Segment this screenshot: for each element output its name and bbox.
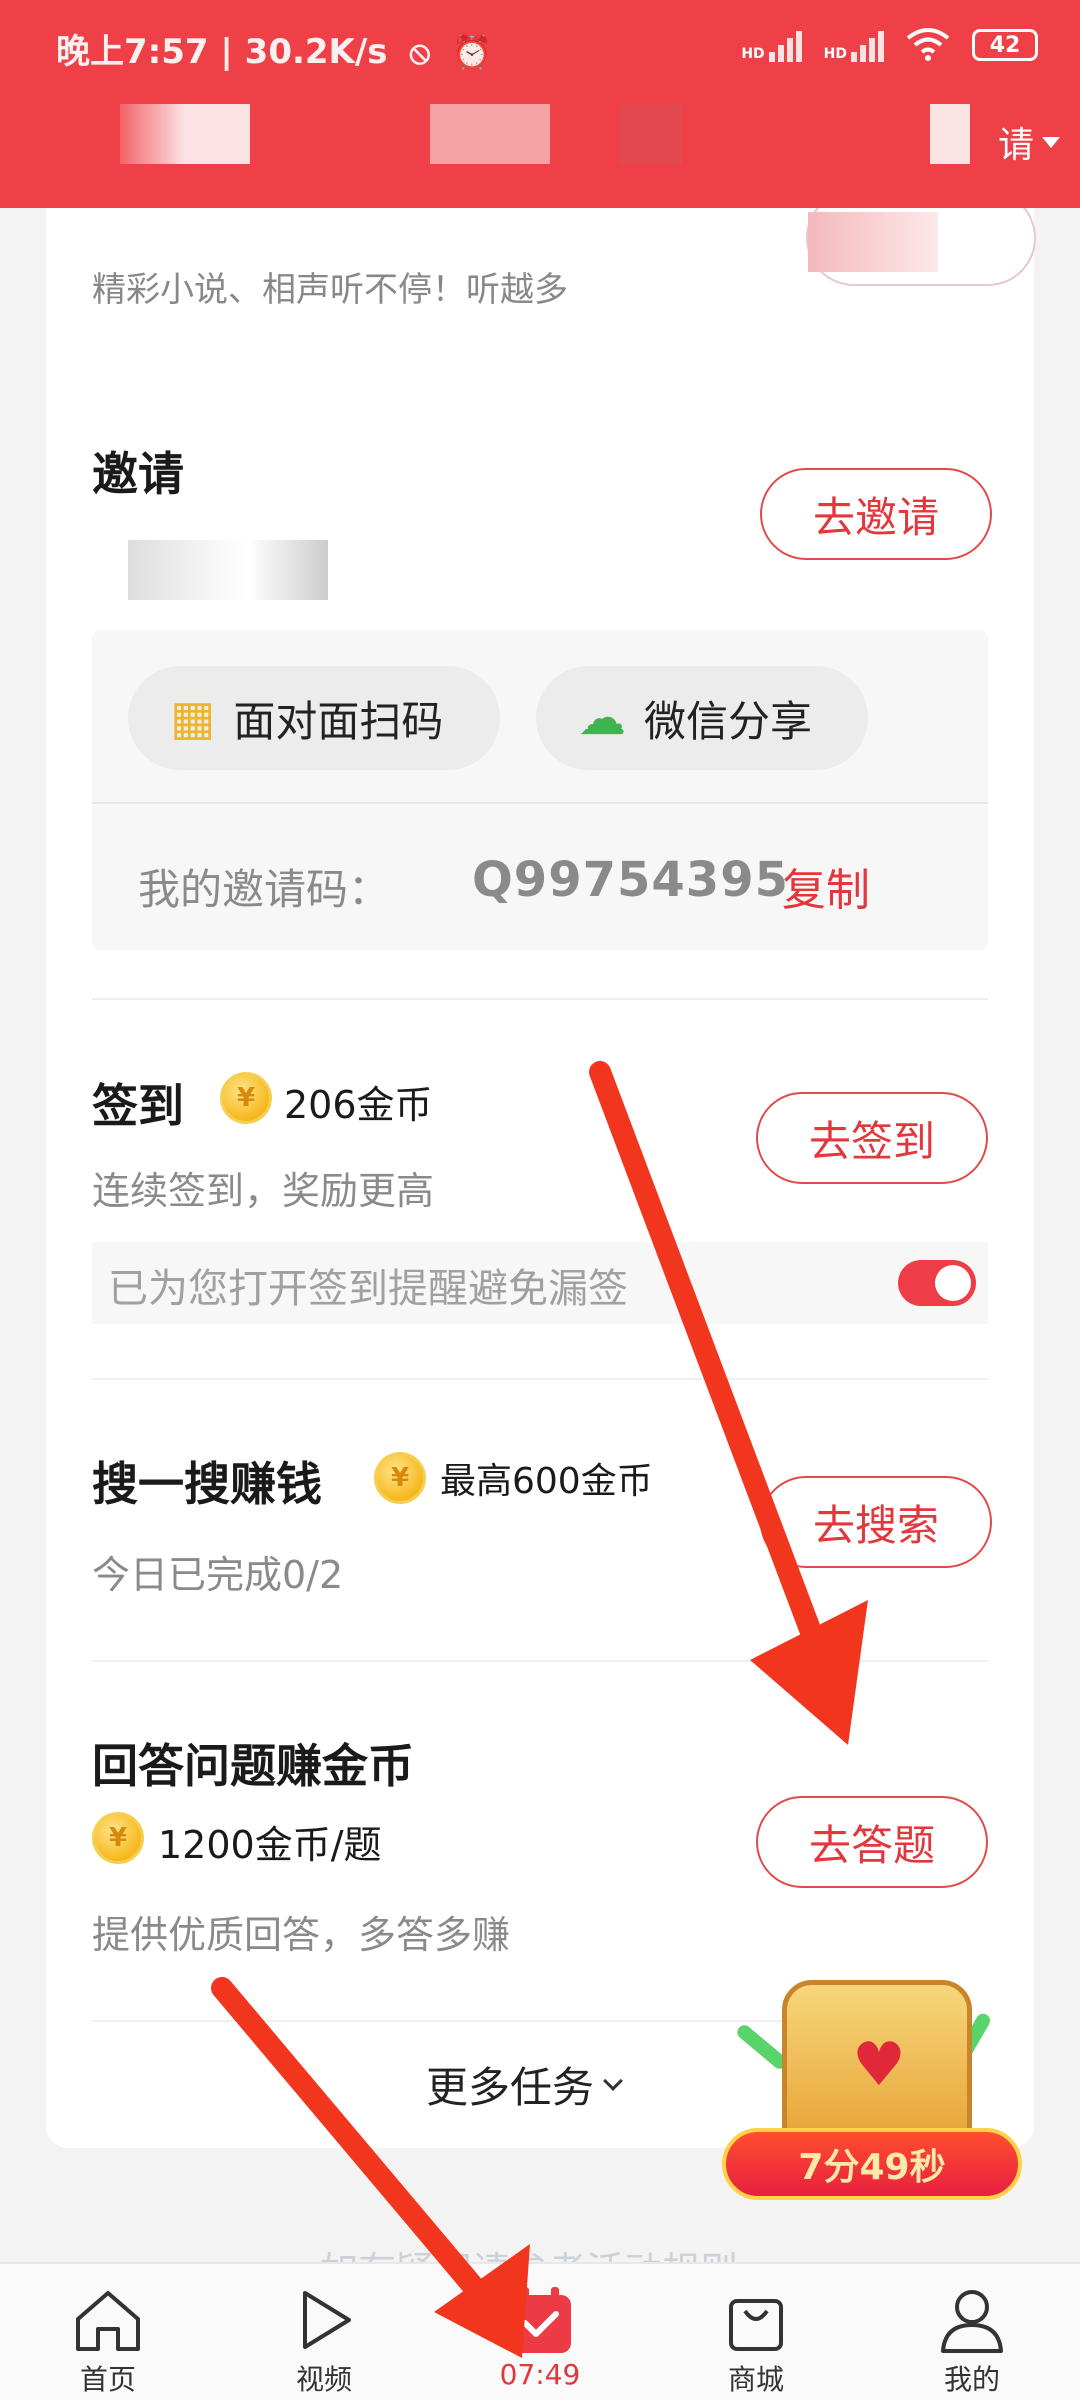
wifi-icon <box>906 28 950 61</box>
nav-item-me[interactable]: 我的 <box>864 2264 1080 2400</box>
answer-task-subtitle: 提供优质回答，多答多赚 <box>92 1913 511 1957</box>
search-task-button[interactable]: 去搜索 <box>760 1476 992 1568</box>
search-task-title: 搜一搜赚钱 <box>92 1457 322 1511</box>
status-bar-right: HD HD 42 <box>741 28 1038 62</box>
status-time-speed: 晚上7:57 | 30.2K/s <box>56 32 388 72</box>
user-icon <box>936 2286 1008 2354</box>
home-icon <box>72 2286 144 2354</box>
nav-label-home: 首页 <box>79 2363 136 2396</box>
nav-item-tasks[interactable]: 07:49 <box>432 2264 648 2400</box>
search-task-reward: 最高600金币 <box>440 1461 653 1502</box>
nav-label-video: 视频 <box>295 2363 352 2396</box>
status-bar-left: 晚上7:57 | 30.2K/s ⦸ ⏰ <box>56 24 492 73</box>
search-task-subtitle: 今日已完成0/2 <box>92 1553 344 1597</box>
coin-icon: ¥ <box>92 1812 144 1864</box>
blurred-tab-4[interactable] <box>930 104 970 164</box>
nav-item-home[interactable]: 首页 <box>0 2264 216 2400</box>
mute-icon: ⦸ <box>409 33 431 71</box>
face-scan-label: 面对面扫码 <box>233 696 444 746</box>
battery-level: 42 <box>989 32 1021 58</box>
checkin-title: 签到 <box>92 1079 184 1133</box>
invite-button[interactable]: 去邀请 <box>760 468 992 560</box>
wechat-share-label: 微信分享 <box>644 696 813 746</box>
answer-task-title: 回答问题赚金币 <box>92 1739 414 1793</box>
invite-button-label: 去邀请 <box>812 492 939 542</box>
signal-label-2: HD <box>823 46 847 62</box>
chevron-down-icon <box>603 2070 623 2091</box>
invite-box-divider <box>92 802 988 804</box>
copy-code-button[interactable]: 复制 <box>782 854 870 918</box>
coin-icon: ¥ <box>220 1072 272 1124</box>
top-header: 晚上7:57 | 30.2K/s ⦸ ⏰ HD HD 42 请 <box>0 0 1080 208</box>
section-divider <box>92 998 988 1000</box>
checkin-reward: 206金币 <box>284 1083 433 1127</box>
header-dropdown[interactable]: 请 <box>998 116 1060 168</box>
blurred-tab-1[interactable] <box>120 104 250 164</box>
signal-label: HD <box>741 46 765 62</box>
coin-icon: ¥ <box>374 1452 426 1504</box>
nav-label-me: 我的 <box>943 2363 1000 2396</box>
alarm-icon: ⏰ <box>452 33 492 71</box>
header-dropdown-label: 请 <box>997 125 1034 166</box>
answer-task-button[interactable]: 去答题 <box>756 1796 988 1888</box>
signal-icon-2: HD <box>824 28 884 62</box>
task-card: 精彩小说、相声听不停！听越多 邀请 去邀请 ▦ 面对面扫码 ☁ 微信分享 我的邀… <box>46 150 1036 2148</box>
nav-item-video[interactable]: 视频 <box>216 2264 432 2400</box>
invite-title: 邀请 <box>92 447 184 501</box>
shopping-bag-icon <box>720 2286 792 2354</box>
nav-label-tasks: 07:49 <box>499 2358 581 2391</box>
checkin-reminder-text: 已为您打开签到提醒避免漏签 <box>108 1266 628 1312</box>
nav-label-mall: 商城 <box>727 2363 784 2396</box>
play-icon <box>288 2286 360 2354</box>
face-scan-button[interactable]: ▦ 面对面扫码 <box>128 666 500 770</box>
checkin-reminder-bar: 已为您打开签到提醒避免漏签 <box>92 1242 988 1324</box>
checkin-reminder-toggle[interactable] <box>898 1260 976 1306</box>
checkin-subtitle: 连续签到，奖励更高 <box>92 1169 435 1213</box>
signal-icon: HD <box>741 28 802 62</box>
caret-down-icon <box>1042 136 1060 148</box>
blurred-tab-2[interactable] <box>430 104 550 164</box>
listen-task-subtitle: 精彩小说、相声听不停！听越多 <box>92 270 568 310</box>
more-tasks-toggle[interactable]: 更多任务 <box>426 2054 623 2115</box>
blurred-invite-subtitle <box>128 540 328 600</box>
battery-icon: 42 <box>972 29 1038 61</box>
qr-code-icon: ▦ <box>170 690 216 746</box>
answer-task-button-label: 去答题 <box>808 1820 935 1870</box>
bottom-nav: 首页 视频 07:49 商城 我的 <box>0 2262 1080 2400</box>
heart-icon: ♥ <box>852 2030 906 2100</box>
treasure-timer-text: 7分49秒 <box>798 2147 946 2188</box>
invite-code-value: Q99754395 <box>472 852 789 908</box>
wechat-share-button[interactable]: ☁ 微信分享 <box>536 666 868 770</box>
section-divider <box>92 1660 988 1662</box>
search-task-button-label: 去搜索 <box>812 1500 939 1550</box>
blurred-tab-3[interactable] <box>620 104 682 164</box>
blurred-button-overlay <box>808 212 938 272</box>
section-divider <box>92 1378 988 1380</box>
nav-item-mall[interactable]: 商城 <box>648 2264 864 2400</box>
more-tasks-label: 更多任务 <box>426 2063 595 2112</box>
treasure-chest-widget[interactable]: ♥ 7分49秒 <box>712 1950 1032 2200</box>
answer-task-reward: 1200金币/题 <box>158 1823 382 1867</box>
invite-box: ▦ 面对面扫码 ☁ 微信分享 我的邀请码： Q99754395 复制 <box>92 630 988 950</box>
calendar-check-icon <box>504 2286 576 2354</box>
wechat-icon: ☁ <box>578 690 626 746</box>
invite-code-label: 我的邀请码： <box>138 865 391 914</box>
checkin-button-label: 去签到 <box>808 1116 935 1166</box>
checkin-button[interactable]: 去签到 <box>756 1092 988 1184</box>
treasure-timer: 7分49秒 <box>722 2128 1022 2200</box>
